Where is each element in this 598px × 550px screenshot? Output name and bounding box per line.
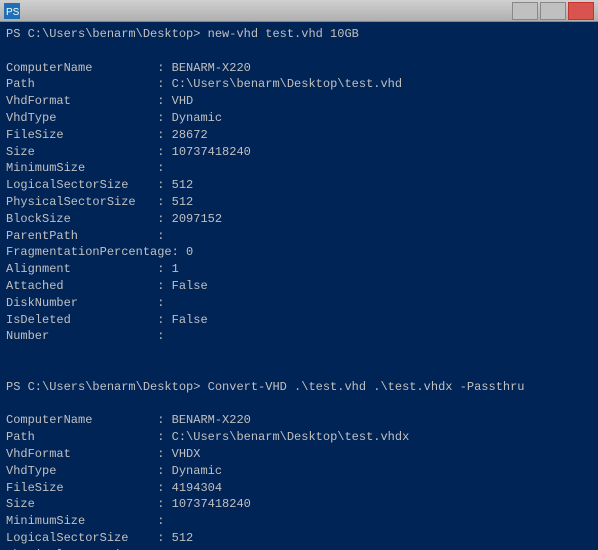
output-line: Path : C:\Users\benarm\Desktop\test.vhdx [6, 429, 592, 446]
output-line: VhdType : Dynamic [6, 463, 592, 480]
output-line: MinimumSize : [6, 160, 592, 177]
command-text: new-vhd test.vhd 10GB [208, 27, 359, 41]
output-line: Number : [6, 328, 592, 345]
command-text: Convert-VHD .\test.vhd .\test.vhdx -Pass… [208, 380, 525, 394]
output-line: IsDeleted : False [6, 312, 592, 329]
output-line: Path : C:\Users\benarm\Desktop\test.vhd [6, 76, 592, 93]
prompt-text: PS C:\Users\benarm\Desktop> [6, 380, 208, 394]
output-line: VhdFormat : VHDX [6, 446, 592, 463]
output-line: LogicalSectorSize : 512 [6, 530, 592, 547]
output-line: PhysicalSectorSize : 512 [6, 194, 592, 211]
prompt-line: PS C:\Users\benarm\Desktop> Convert-VHD … [6, 379, 592, 396]
output-line: Alignment : 1 [6, 261, 592, 278]
output-line: LogicalSectorSize : 512 [6, 177, 592, 194]
output-line: ComputerName : BENARM-X220 [6, 60, 592, 77]
title-bar: PS [0, 0, 598, 22]
output-line: BlockSize : 2097152 [6, 211, 592, 228]
terminal-line [6, 345, 592, 362]
output-line: FragmentationPercentage: 0 [6, 244, 592, 261]
prompt-text: PS C:\Users\benarm\Desktop> [6, 27, 208, 41]
svg-text:PS: PS [6, 7, 19, 18]
window: PS PS C:\Users\benarm\Desktop> new-vhd t… [0, 0, 598, 550]
output-line: Attached : False [6, 278, 592, 295]
close-button[interactable] [568, 2, 594, 20]
output-line: VhdType : Dynamic [6, 110, 592, 127]
output-line: ParentPath : [6, 228, 592, 245]
output-line: DiskNumber : [6, 295, 592, 312]
output-line: MinimumSize : [6, 513, 592, 530]
title-bar-left: PS [4, 3, 24, 19]
terminal-line [6, 362, 592, 379]
output-line: ComputerName : BENARM-X220 [6, 412, 592, 429]
output-line: VhdFormat : VHD [6, 93, 592, 110]
terminal-line [6, 43, 592, 60]
powershell-icon: PS [4, 3, 20, 19]
output-line: Size : 10737418240 [6, 144, 592, 161]
minimize-button[interactable] [512, 2, 538, 20]
maximize-button[interactable] [540, 2, 566, 20]
terminal-line [6, 396, 592, 413]
prompt-line: PS C:\Users\benarm\Desktop> new-vhd test… [6, 26, 592, 43]
output-line: FileSize : 4194304 [6, 480, 592, 497]
output-line: Size : 10737418240 [6, 496, 592, 513]
output-line: FileSize : 28672 [6, 127, 592, 144]
window-controls [512, 2, 594, 20]
terminal-content[interactable]: PS C:\Users\benarm\Desktop> new-vhd test… [0, 22, 598, 550]
